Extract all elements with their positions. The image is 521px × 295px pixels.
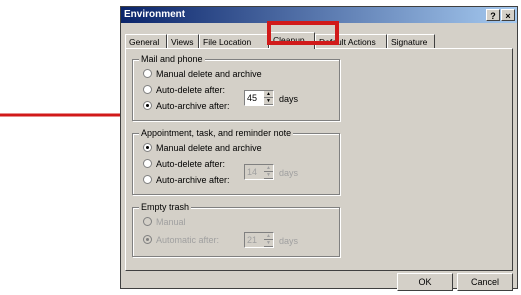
appt-days-unit: days xyxy=(279,168,299,178)
annotation-arrow xyxy=(0,109,140,121)
cancel-button[interactable]: Cancel xyxy=(457,273,513,291)
mail-manual-radio[interactable]: Manual delete and archive xyxy=(143,68,262,80)
appt-days-value: 14 xyxy=(247,167,258,177)
spin-up-icon[interactable]: ▲ xyxy=(264,233,273,240)
trash-automatic-label: Automatic after: xyxy=(156,235,220,245)
mail-phone-group: Mail and phone Manual delete and archive… xyxy=(132,54,340,121)
trash-manual-label: Manual xyxy=(156,217,186,227)
mail-autodelete-radio[interactable]: Auto-delete after: xyxy=(143,84,225,96)
appt-autoarchive-label: Auto-archive after: xyxy=(156,175,230,185)
radio-icon xyxy=(143,85,152,94)
ok-button[interactable]: OK xyxy=(397,273,453,291)
appt-autodelete-radio[interactable]: Auto-delete after: xyxy=(143,158,225,170)
mail-days-unit: days xyxy=(279,94,299,104)
mail-group-label: Mail and phone xyxy=(139,54,205,64)
close-button[interactable]: × xyxy=(501,9,515,21)
mail-autodelete-label: Auto-delete after: xyxy=(156,85,226,95)
appt-manual-label: Manual delete and archive xyxy=(156,143,262,153)
trash-group-label: Empty trash xyxy=(139,202,192,212)
tab-general[interactable]: General xyxy=(125,34,167,48)
empty-trash-group: Empty trash Manual Automatic after: 21 ▲… xyxy=(132,202,340,257)
trash-manual-radio[interactable]: Manual xyxy=(143,216,186,228)
appt-autoarchive-radio[interactable]: Auto-archive after: xyxy=(143,174,230,186)
appt-autodelete-label: Auto-delete after: xyxy=(156,159,226,169)
mail-autoarchive-label: Auto-archive after: xyxy=(156,101,230,111)
spin-up-icon[interactable]: ▲ xyxy=(264,165,273,172)
environment-dialog: Environment ? × General Views File Locat… xyxy=(120,6,518,291)
appt-manual-radio[interactable]: Manual delete and archive xyxy=(143,142,262,154)
trash-automatic-radio[interactable]: Automatic after: xyxy=(143,234,219,246)
help-button[interactable]: ? xyxy=(486,9,500,21)
radio-icon xyxy=(143,217,152,226)
trash-days-stepper[interactable]: 21 ▲ ▼ xyxy=(244,232,274,248)
appt-group-label: Appointment, task, and reminder note xyxy=(139,128,294,138)
spin-down-icon[interactable]: ▼ xyxy=(264,240,273,247)
radio-selected-icon xyxy=(143,143,152,152)
mail-autoarchive-radio[interactable]: Auto-archive after: xyxy=(143,100,230,112)
mail-days-value: 45 xyxy=(247,93,258,103)
spin-up-icon[interactable]: ▲ xyxy=(264,91,273,98)
tab-file-location[interactable]: File Location xyxy=(199,34,269,48)
spin-down-icon[interactable]: ▼ xyxy=(264,98,273,105)
appointment-group: Appointment, task, and reminder note Man… xyxy=(132,128,340,195)
radio-icon xyxy=(143,175,152,184)
radio-icon xyxy=(143,69,152,78)
dialog-title: Environment xyxy=(124,9,186,20)
mail-manual-label: Manual delete and archive xyxy=(156,69,262,79)
mail-days-stepper[interactable]: 45 ▲ ▼ xyxy=(244,90,274,106)
tab-views[interactable]: Views xyxy=(167,34,199,48)
trash-days-unit: days xyxy=(279,236,299,246)
radio-selected-icon xyxy=(143,235,152,244)
radio-selected-icon xyxy=(143,101,152,110)
cleanup-tab-highlight xyxy=(267,21,339,45)
radio-icon xyxy=(143,159,152,168)
trash-days-value: 21 xyxy=(247,235,258,245)
spin-down-icon[interactable]: ▼ xyxy=(264,172,273,179)
tab-signature[interactable]: Signature xyxy=(387,34,435,48)
cleanup-panel: Mail and phone Manual delete and archive… xyxy=(125,48,513,271)
appt-days-stepper[interactable]: 14 ▲ ▼ xyxy=(244,164,274,180)
